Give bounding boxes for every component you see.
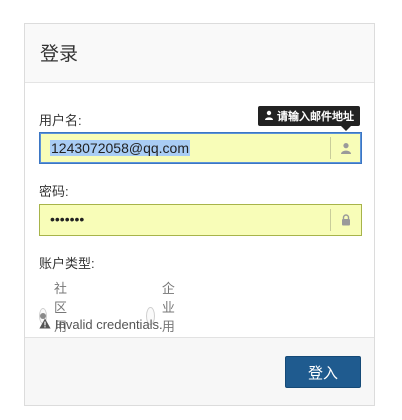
password-label: 密码:: [39, 184, 69, 199]
panel-header: 登录: [25, 24, 374, 83]
user-icon: [330, 137, 361, 159]
username-label: 用户名:: [39, 113, 82, 128]
warning-icon: [39, 317, 51, 332]
username-tooltip: 请输入邮件地址: [258, 106, 360, 131]
tooltip-text: 请输入邮件地址: [277, 111, 354, 123]
error-message: Invalid credentials.: [39, 317, 163, 332]
account-type-label: 账户类型:: [39, 256, 95, 271]
password-value: •••••••: [50, 211, 85, 227]
password-field[interactable]: •••••••: [39, 204, 362, 236]
login-panel: 登录 用户名: 请输入邮件地址 1243072058@qq.com 密码: ••…: [24, 23, 375, 406]
error-text: Invalid credentials.: [55, 317, 163, 332]
username-value: 1243072058@qq.com: [50, 140, 190, 156]
page-title: 登录: [40, 44, 79, 65]
panel-footer: 登入: [25, 337, 374, 405]
lock-icon: [330, 209, 361, 231]
username-field[interactable]: 1243072058@qq.com: [39, 132, 362, 164]
login-button[interactable]: 登入: [285, 356, 361, 388]
user-icon: [264, 110, 274, 123]
